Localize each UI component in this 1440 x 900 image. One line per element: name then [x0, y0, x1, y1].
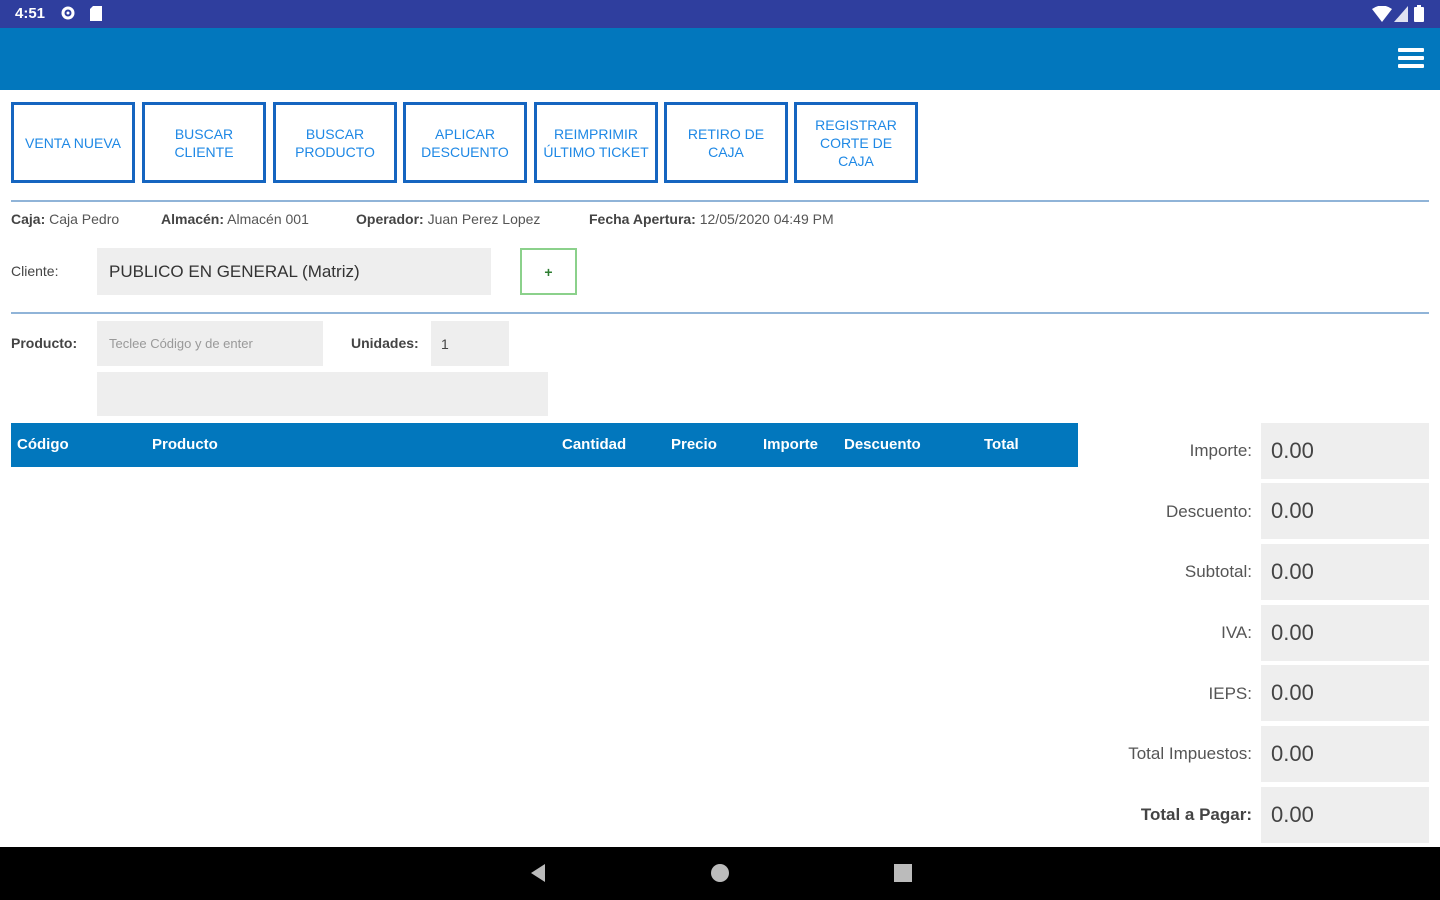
- status-time: 4:51: [15, 5, 46, 22]
- descuento-value: 0.00: [1261, 483, 1429, 539]
- cliente-label: Cliente:: [11, 263, 59, 279]
- system-nav-bar: [0, 847, 1440, 900]
- col-codigo: Código: [17, 436, 69, 453]
- buscar-producto-button[interactable]: BUSCAR PRODUCTO: [273, 102, 397, 183]
- cliente-field[interactable]: PUBLICO EN GENERAL (Matriz): [97, 248, 491, 295]
- col-precio: Precio: [671, 436, 717, 453]
- col-cantidad: Cantidad: [562, 436, 627, 453]
- col-descuento: Descuento: [844, 436, 921, 453]
- unidades-input[interactable]: 1: [431, 321, 509, 366]
- aplicar-descuento-button[interactable]: APLICAR DESCUENTO: [403, 102, 527, 183]
- ieps-value: 0.00: [1261, 665, 1429, 721]
- recents-icon[interactable]: [892, 862, 914, 884]
- producto-input[interactable]: Teclee Código y de enter: [97, 321, 323, 366]
- wifi-icon: [1372, 6, 1392, 22]
- descuento-label: Descuento:: [1166, 502, 1252, 521]
- total-pagar-label: Total a Pagar:: [1140, 805, 1252, 824]
- almacen-info: Almacén: Almacén 001: [161, 211, 309, 227]
- unidades-label: Unidades:: [351, 335, 419, 351]
- hamburger-icon[interactable]: [1398, 48, 1424, 70]
- importe-label: Importe:: [1189, 441, 1252, 460]
- ticket-table-header: Código Producto Cantidad Precio Importe …: [11, 423, 1078, 467]
- iva-label: IVA:: [1221, 623, 1252, 642]
- subtotal-label: Subtotal:: [1184, 562, 1252, 581]
- add-cliente-button[interactable]: +: [520, 248, 577, 295]
- total-impuestos-label: Total Impuestos:: [1128, 744, 1252, 763]
- battery-icon: [1414, 5, 1424, 22]
- gear-icon: [61, 6, 75, 20]
- retiro-caja-button[interactable]: RETIRO DE CAJA: [664, 102, 788, 183]
- col-importe: Importe: [763, 436, 819, 453]
- total-pagar-value: 0.00: [1261, 787, 1429, 843]
- ieps-label: IEPS:: [1208, 684, 1252, 703]
- back-icon[interactable]: [527, 862, 549, 884]
- subtotal-value: 0.00: [1261, 544, 1429, 600]
- corte-caja-button[interactable]: REGISTRAR CORTE DE CAJA: [794, 102, 918, 183]
- status-bar: 4:51: [0, 0, 1440, 28]
- signal-icon: [1394, 6, 1408, 22]
- app-bar: [0, 28, 1440, 90]
- venta-nueva-button[interactable]: VENTA NUEVA: [11, 102, 135, 183]
- sdcard-icon: [90, 6, 102, 21]
- producto-description-field[interactable]: [97, 372, 548, 416]
- fecha-apertura-info: Fecha Apertura: 12/05/2020 04:49 PM: [589, 211, 834, 227]
- col-total: Total: [984, 436, 1019, 453]
- reimprimir-ticket-button[interactable]: REIMPRIMIR ÚLTIMO TICKET: [534, 102, 658, 183]
- divider: [11, 200, 1429, 202]
- divider: [11, 312, 1429, 314]
- buscar-cliente-button[interactable]: BUSCAR CLIENTE: [142, 102, 266, 183]
- operador-info: Operador: Juan Perez Lopez: [356, 211, 541, 227]
- col-producto: Producto: [152, 436, 218, 453]
- iva-value: 0.00: [1261, 605, 1429, 661]
- home-icon[interactable]: [709, 862, 731, 884]
- producto-label: Producto:: [11, 335, 78, 351]
- importe-value: 0.00: [1261, 423, 1429, 479]
- total-impuestos-value: 0.00: [1261, 726, 1429, 782]
- caja-info: Caja: Caja Pedro: [11, 211, 120, 227]
